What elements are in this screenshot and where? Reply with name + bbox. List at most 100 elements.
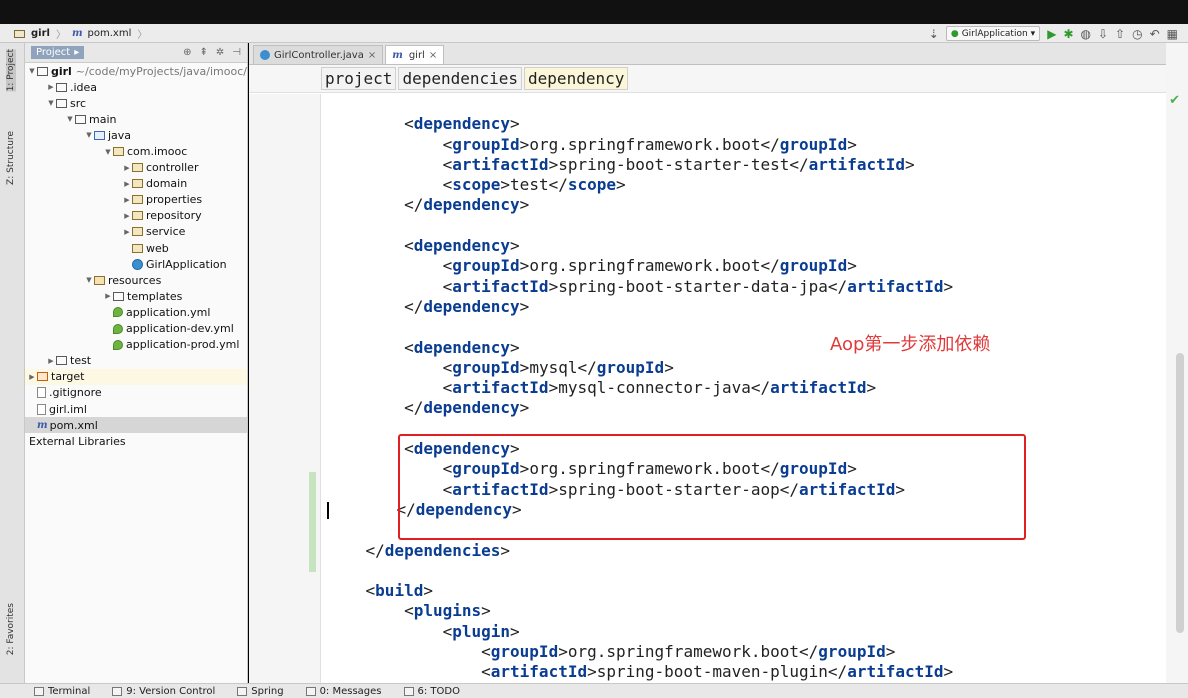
tree-item[interactable]: ▶ properties — [25, 192, 247, 208]
hide-icon[interactable]: ⊣ — [232, 47, 241, 58]
code-line[interactable]: 49⇵ <dependency> — [321, 439, 1188, 459]
chevron-right-icon[interactable]: ▶ — [27, 373, 37, 381]
tree-item[interactable]: application-dev.yml — [25, 321, 247, 337]
tree-item[interactable]: ▶ repository — [25, 208, 247, 224]
code-editor[interactable]: 3233⇵ <dependency>34 <groupId>org.spring… — [321, 94, 1188, 683]
tab-favorites[interactable]: 2: Favorites — [6, 603, 16, 655]
code-line[interactable]: 45 <groupId>mysql</groupId> — [321, 358, 1188, 378]
gear-icon[interactable]: ✲ — [216, 47, 224, 58]
tree-item[interactable]: application.yml — [25, 304, 247, 320]
code-line[interactable]: 32 — [321, 94, 1188, 114]
tree-item[interactable]: ▶ target — [25, 368, 247, 385]
chevron-right-icon[interactable]: ▶ — [103, 292, 113, 300]
tree-item[interactable]: External Libraries — [25, 433, 247, 449]
chevron-down-icon[interactable]: ▼ — [27, 67, 37, 75]
code-line[interactable]: 43 — [321, 317, 1188, 337]
build-icon[interactable]: ⇣ — [929, 28, 939, 40]
tree-item[interactable]: girl.iml — [25, 401, 247, 417]
chevron-right-icon[interactable]: ▶ — [46, 83, 56, 91]
chevron-right-icon[interactable]: ▶ — [122, 196, 132, 204]
close-icon[interactable]: × — [429, 50, 437, 61]
tree-item[interactable]: ▼ com.imooc — [25, 143, 247, 159]
xml-crumb-dependencies[interactable]: dependencies — [398, 67, 523, 90]
debug-icon[interactable]: ✱ — [1063, 28, 1073, 40]
toolwindow-spring[interactable]: Spring — [237, 686, 284, 697]
code-line[interactable]: 59 <groupId>org.springframework.boot</gr… — [321, 642, 1188, 662]
code-line[interactable]: 56 <build> — [321, 581, 1188, 601]
project-view-selector[interactable]: Project ▸ — [31, 46, 85, 59]
collapse-icon[interactable]: ⇞ — [200, 47, 208, 58]
tab-structure[interactable]: Z: Structure — [6, 131, 16, 185]
chevron-right-icon[interactable]: ▶ — [122, 212, 132, 220]
toolwindow-0-messages[interactable]: 0: Messages — [305, 686, 382, 697]
chevron-down-icon[interactable]: ▼ — [84, 276, 94, 284]
tree-item[interactable]: ▼ girl ~/code/myProjects/java/imooc/ — [25, 63, 247, 79]
breadcrumb-file[interactable]: pom.xml — [88, 28, 132, 39]
tree-item[interactable]: ▼ src — [25, 95, 247, 111]
code-line[interactable]: 51 <artifactId>spring-boot-starter-aop</… — [321, 480, 1188, 500]
tree-item[interactable]: GirlApplication — [25, 256, 247, 272]
chevron-down-icon[interactable]: ▼ — [103, 148, 113, 156]
code-line[interactable]: 40 <groupId>org.springframework.boot</gr… — [321, 256, 1188, 276]
code-line[interactable]: 35 <artifactId>spring-boot-starter-test<… — [321, 155, 1188, 175]
run-config-select[interactable]: ● GirlApplication ▾ — [945, 26, 1041, 41]
breadcrumb-project[interactable]: girl — [31, 28, 50, 39]
code-line[interactable]: 52 </dependency> — [321, 499, 1188, 521]
code-line[interactable]: 57 <plugins> — [321, 601, 1188, 621]
coverage-icon[interactable]: ◍ — [1081, 28, 1091, 40]
code-line[interactable]: 48 — [321, 419, 1188, 439]
tab-girlcontroller[interactable]: GirlController.java × — [253, 45, 384, 64]
code-line[interactable]: 46 <artifactId>mysql-connector-java</art… — [321, 378, 1188, 398]
code-line[interactable]: 39⇵ <dependency> — [321, 236, 1188, 256]
code-line[interactable]: 42 </dependency> — [321, 297, 1188, 317]
code-line[interactable]: 55 — [321, 561, 1188, 581]
code-line[interactable]: 34 <groupId>org.springframework.boot</gr… — [321, 135, 1188, 155]
tab-project[interactable]: 1: Project — [6, 49, 16, 92]
vertical-scrollbar[interactable] — [1176, 353, 1184, 633]
tree-item[interactable]: ▶ controller — [25, 160, 247, 176]
tree-item[interactable]: web — [25, 240, 247, 256]
tree-item[interactable]: m pom.xml — [25, 417, 247, 434]
code-line[interactable]: 58 <plugin> — [321, 622, 1188, 642]
chevron-right-icon[interactable]: ▶ — [122, 164, 132, 172]
vcs-update-icon[interactable]: ⇩ — [1098, 28, 1108, 40]
code-line[interactable]: 33⇵ <dependency> — [321, 114, 1188, 134]
sync-icon[interactable]: ⊕ — [183, 47, 191, 58]
tree-item[interactable]: ▶ .idea — [25, 79, 247, 95]
tree-item[interactable]: ▼ java — [25, 127, 247, 143]
chevron-right-icon[interactable]: ▶ — [46, 357, 56, 365]
tree-item[interactable]: ▶ test — [25, 353, 247, 369]
project-structure-icon[interactable]: ▦ — [1167, 28, 1178, 40]
history-icon[interactable]: ◷ — [1132, 28, 1142, 40]
code-line[interactable]: 60 <artifactId>spring-boot-maven-plugin<… — [321, 662, 1188, 682]
code-line[interactable]: 36 <scope>test</scope> — [321, 175, 1188, 195]
tree-item[interactable]: ▶ templates — [25, 288, 247, 304]
vcs-commit-icon[interactable]: ⇧ — [1115, 28, 1125, 40]
chevron-down-icon[interactable]: ▼ — [46, 99, 56, 107]
toolwindow-terminal[interactable]: Terminal — [34, 686, 90, 697]
code-line[interactable]: 54 </dependencies> — [321, 541, 1188, 561]
code-line[interactable]: 41 <artifactId>spring-boot-starter-data-… — [321, 277, 1188, 297]
chevron-right-icon[interactable]: ▶ — [122, 180, 132, 188]
toolwindow-6-todo[interactable]: 6: TODO — [403, 686, 460, 697]
tree-item[interactable]: ▼ resources — [25, 272, 247, 288]
revert-icon[interactable]: ↶ — [1150, 28, 1160, 40]
code-line[interactable]: 53 — [321, 520, 1188, 540]
chevron-down-icon[interactable]: ▼ — [84, 131, 94, 139]
chevron-right-icon[interactable]: ▶ — [122, 228, 132, 236]
tree-item[interactable]: ▼ main — [25, 111, 247, 127]
tree-item[interactable]: ▶ service — [25, 224, 247, 240]
close-icon[interactable]: × — [368, 50, 376, 61]
code-line[interactable]: 38 — [321, 216, 1188, 236]
tree-item[interactable]: ▶ domain — [25, 176, 247, 192]
xml-crumb-dependency[interactable]: dependency — [524, 67, 629, 90]
run-icon[interactable]: ▶ — [1047, 28, 1056, 40]
toolwindow-9-version-control[interactable]: 9: Version Control — [112, 686, 215, 697]
code-line[interactable]: 44⇵ <dependency> — [321, 338, 1188, 358]
chevron-down-icon[interactable]: ▼ — [65, 115, 75, 123]
code-line[interactable]: 50 <groupId>org.springframework.boot</gr… — [321, 459, 1188, 479]
tree-item[interactable]: application-prod.yml — [25, 337, 247, 353]
xml-crumb-project[interactable]: project — [321, 67, 397, 90]
code-line[interactable]: 37 </dependency> — [321, 195, 1188, 215]
tab-pom[interactable]: m girl × — [385, 45, 445, 64]
